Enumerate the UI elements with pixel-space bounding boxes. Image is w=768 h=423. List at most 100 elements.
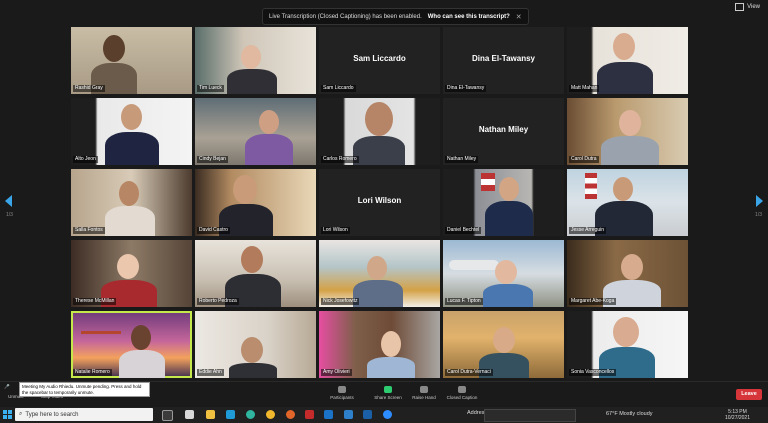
participant-name: Natalie Romero	[73, 369, 112, 376]
app-icon[interactable]	[226, 410, 235, 419]
participants-button[interactable]: Participants	[322, 386, 362, 400]
video-tile[interactable]: Roberto Pedroza	[195, 240, 316, 307]
raise-hand-label: Raise Hand	[412, 395, 436, 400]
video-tile[interactable]: Sonia Vasconcellos	[567, 311, 688, 378]
participant-name: Cindy Bejan	[197, 156, 228, 163]
participant-name: Amy Olivieri	[321, 369, 352, 376]
participant-name: Sam Liccardo	[321, 85, 356, 92]
participant-name: Jesse Arreguin	[569, 227, 607, 234]
video-tile[interactable]: Alto Jeon	[71, 98, 192, 165]
participants-label: Participants	[330, 395, 354, 400]
participant-name: Salla Fontos	[73, 227, 105, 234]
video-tile[interactable]: Nathan Miley Nathan Miley	[443, 98, 564, 165]
participant-name: Roberto Pedroza	[197, 298, 239, 305]
raise-hand-icon	[420, 386, 428, 393]
participant-name: David Castro	[197, 227, 230, 234]
video-tile[interactable]: Nick Josefowitz	[319, 240, 440, 307]
participant-name: Carol Dutra-Vernaci	[445, 369, 493, 376]
close-icon[interactable]: ✕	[516, 13, 522, 21]
participants-icon	[338, 386, 346, 393]
participant-name: Rashid Gray	[73, 85, 105, 92]
video-tile[interactable]: David Castro	[195, 169, 316, 236]
firefox-icon[interactable]	[286, 410, 295, 419]
participant-name: Tim Lueck	[197, 85, 224, 92]
address-input[interactable]	[484, 409, 576, 422]
zoom-top-bar: Live Transcription (Closed Captioning) h…	[0, 0, 768, 26]
banner-message: Live Transcription (Closed Captioning) h…	[269, 13, 422, 20]
file-explorer-icon[interactable]	[206, 410, 215, 419]
participant-name: Dina El-Tawansy	[445, 85, 487, 92]
search-placeholder: Type here to search	[25, 411, 79, 418]
closed-caption-label: Closed Caption	[446, 395, 478, 400]
video-tile[interactable]: Salla Fontos	[71, 169, 192, 236]
system-clock[interactable]: 5:13 PM 10/27/2021	[725, 409, 750, 421]
microphone-muted-icon[interactable]: 🎤	[4, 384, 14, 396]
participant-name: Eddie Ahn	[197, 369, 224, 376]
participant-name: Lori Wilson	[321, 227, 350, 234]
grid-icon	[735, 3, 745, 11]
video-tile[interactable]: Lucas F. Tipton	[443, 240, 564, 307]
participant-display-name: Lori Wilson	[357, 196, 402, 205]
chrome-icon[interactable]	[266, 410, 275, 419]
video-tile[interactable]: Daniel Bechtel	[443, 169, 564, 236]
participant-display-name: Nathan Miley	[478, 125, 529, 134]
raise-hand-button[interactable]: Raise Hand	[404, 386, 444, 400]
video-tile[interactable]: Amy Olivieri	[319, 311, 440, 378]
video-tile[interactable]: Carol Dutra-Vernaci	[443, 311, 564, 378]
video-tile[interactable]: Sam Liccardo Sam Liccardo	[319, 27, 440, 94]
taskbar-search-box[interactable]: ⌕ Type here to search	[15, 408, 153, 421]
participant-name: Therese McMillan	[73, 298, 117, 305]
acrobat-icon[interactable]	[305, 410, 314, 419]
video-tile[interactable]: Lori Wilson Lori Wilson	[319, 169, 440, 236]
transcription-banner: Live Transcription (Closed Captioning) h…	[262, 8, 529, 25]
app-icon[interactable]	[185, 410, 194, 419]
participant-name: Lucas F. Tipton	[445, 298, 483, 305]
share-screen-label: Share Screen	[374, 395, 402, 400]
participant-name: Alto Jeon	[73, 156, 98, 163]
leave-button[interactable]: Leave	[736, 389, 762, 400]
video-tile[interactable]: Margaret Abe-Koga	[567, 240, 688, 307]
previous-page-arrow-icon[interactable]	[5, 195, 12, 207]
page-indicator-right: 1/3	[755, 212, 762, 218]
closed-caption-button[interactable]: Closed Caption	[442, 386, 482, 400]
edge-icon[interactable]	[246, 410, 255, 419]
page-indicator-left: 1/3	[6, 212, 13, 218]
view-button[interactable]: View	[735, 3, 760, 11]
participant-name: Nick Josefowitz	[321, 298, 360, 305]
windows-start-icon[interactable]	[3, 410, 12, 419]
video-tile[interactable]: Rashid Gray	[71, 27, 192, 94]
app-icon[interactable]	[344, 410, 353, 419]
video-tile[interactable]: Jesse Arreguin	[567, 169, 688, 236]
video-tile-active-speaker[interactable]: Natalie Romero	[71, 311, 192, 378]
zoom-icon[interactable]	[383, 410, 392, 419]
video-tile[interactable]: Carlos Romero	[319, 98, 440, 165]
windows-taskbar: ⌕ Type here to search Address 67°F Mostl…	[0, 407, 768, 423]
participant-display-name: Dina El-Tawansy	[472, 54, 535, 63]
app-icon[interactable]	[324, 410, 333, 419]
video-tile[interactable]: Therese McMillan	[71, 240, 192, 307]
participant-name: Margaret Abe-Koga	[569, 298, 617, 305]
video-tile[interactable]: Tim Lueck	[195, 27, 316, 94]
video-tile[interactable]: Matt Mahan	[567, 27, 688, 94]
participant-name: Daniel Bechtel	[445, 227, 482, 234]
participant-name: Carol Dutra	[569, 156, 599, 163]
unmute-notice: Meeting My Audio Rhiedu. Unmute pending.…	[19, 382, 150, 397]
search-icon: ⌕	[19, 411, 23, 417]
video-tile[interactable]: Eddie Ahn	[195, 311, 316, 378]
share-screen-icon	[384, 386, 392, 393]
participant-name: Carlos Romero	[321, 156, 359, 163]
video-tile[interactable]: Carol Dutra	[567, 98, 688, 165]
clock-date: 10/27/2021	[724, 415, 750, 421]
next-page-arrow-icon[interactable]	[756, 195, 763, 207]
app-icon[interactable]	[363, 410, 372, 419]
participant-name: Nathan Miley	[445, 156, 479, 163]
participant-display-name: Sam Liccardo	[353, 54, 406, 63]
video-tile[interactable]: Dina El-Tawansy Dina El-Tawansy	[443, 27, 564, 94]
closed-caption-icon	[458, 386, 466, 393]
task-view-icon[interactable]	[162, 410, 173, 421]
participant-name: Sonia Vasconcellos	[569, 369, 617, 376]
weather-widget[interactable]: 67°F Mostly cloudy	[606, 411, 653, 417]
transcript-question-link[interactable]: Who can see this transcript?	[428, 14, 510, 20]
video-tile[interactable]: Cindy Bejan	[195, 98, 316, 165]
share-screen-button[interactable]: Share Screen	[368, 386, 408, 400]
